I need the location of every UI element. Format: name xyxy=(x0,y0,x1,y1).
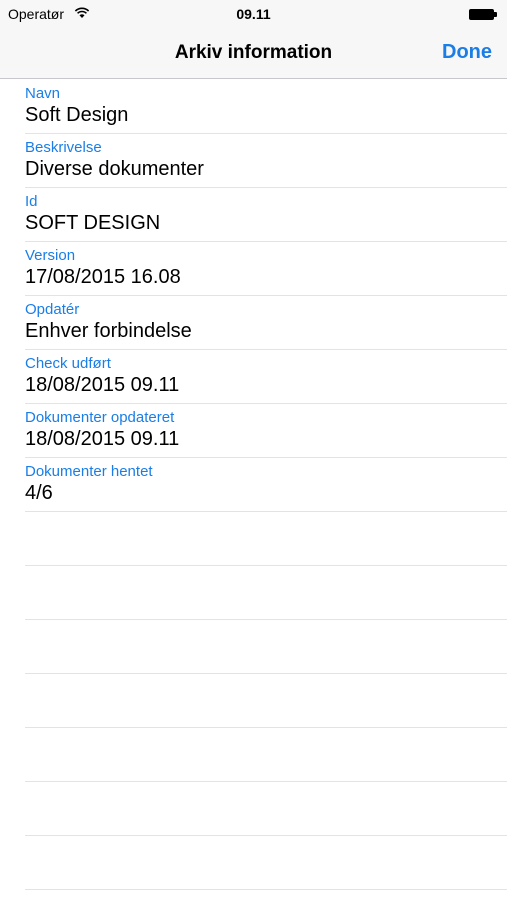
field-value: Soft Design xyxy=(25,104,129,126)
status-time: 09.11 xyxy=(236,6,271,22)
status-bar: Operatør 09.11 xyxy=(0,0,507,30)
field-value: Enhver forbindelse xyxy=(25,320,192,342)
field-label: Id xyxy=(25,193,38,210)
field-row-dokumenter-opdateret: Dokumenter opdateret 18/08/2015 09.11 xyxy=(25,404,507,458)
field-row-opdater: Opdatér Enhver forbindelse xyxy=(25,296,507,350)
field-label: Dokumenter hentet xyxy=(25,463,153,480)
empty-row xyxy=(25,728,507,782)
field-row-id: Id SOFT DESIGN xyxy=(25,188,507,242)
field-value: 17/08/2015 16.08 xyxy=(25,266,181,288)
field-label: Navn xyxy=(25,85,61,102)
battery-icon xyxy=(469,9,497,20)
field-row-navn: Navn Soft Design xyxy=(25,80,507,134)
empty-row xyxy=(25,512,507,566)
field-label: Check udført xyxy=(25,355,111,372)
field-row-beskrivelse: Beskrivelse Diverse dokumenter xyxy=(25,134,507,188)
field-label: Dokumenter opdateret xyxy=(25,409,175,426)
field-label: Beskrivelse xyxy=(25,139,102,156)
field-label: Version xyxy=(25,247,76,264)
empty-row xyxy=(25,836,507,890)
field-row-check-udfort: Check udført 18/08/2015 09.11 xyxy=(25,350,507,404)
archive-info-list: Navn Soft Design Beskrivelse Diverse dok… xyxy=(0,80,507,890)
done-button[interactable]: Done xyxy=(442,41,492,64)
field-value: 18/08/2015 09.11 xyxy=(25,374,180,396)
empty-row xyxy=(25,566,507,620)
field-value: SOFT DESIGN xyxy=(25,212,161,234)
field-label: Opdatér xyxy=(25,301,80,318)
empty-row xyxy=(25,674,507,728)
page-title: Arkiv information xyxy=(174,42,333,63)
navigation-bar: Arkiv information Done xyxy=(0,30,507,79)
empty-row xyxy=(25,620,507,674)
empty-row xyxy=(25,782,507,836)
field-row-version: Version 17/08/2015 16.08 xyxy=(25,242,507,296)
field-value: 18/08/2015 09.11 xyxy=(25,428,180,450)
field-row-dokumenter-hentet: Dokumenter hentet 4/6 xyxy=(25,458,507,512)
field-value: Diverse dokumenter xyxy=(25,158,204,180)
field-value: 4/6 xyxy=(25,482,53,504)
